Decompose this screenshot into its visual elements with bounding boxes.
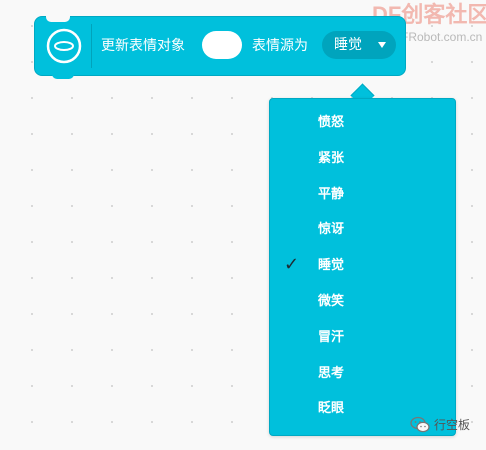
menu-item-angry[interactable]: 愤怒 [270, 105, 455, 141]
block-bottom-tab [52, 74, 74, 79]
caret-down-icon [378, 42, 386, 48]
menu-item-label: 眨眼 [318, 401, 345, 417]
source-label: 行空板 [434, 418, 471, 432]
face-circle-icon [44, 26, 84, 66]
block-separator [91, 24, 92, 68]
block-label-update: 更新表情对象 [101, 38, 185, 54]
menu-item-label: 紧张 [318, 150, 345, 166]
block-top-notch [46, 16, 70, 22]
block-label-source: 表情源为 [252, 38, 308, 54]
menu-item-label: 冒汗 [318, 329, 345, 345]
menu-item-label: 思考 [318, 365, 345, 381]
menu-item-calm[interactable]: 平静 [270, 177, 455, 213]
menu-item-label: 微笑 [318, 293, 345, 309]
menu-item-sweat[interactable]: 冒汗 [270, 320, 455, 356]
menu-item-label: 愤怒 [318, 115, 345, 130]
checkmark-icon: ✓ [284, 254, 300, 276]
menu-item-sleep[interactable]: ✓ 睡觉 [270, 248, 455, 284]
expression-source-dropdown[interactable]: 睡觉 [322, 31, 396, 59]
menu-item-surprised[interactable]: 惊讶 [270, 212, 455, 248]
expression-dropdown-menu: 愤怒 紧张 平静 惊讶 ✓ 睡觉 微笑 冒汗 思考 眨眼 [269, 98, 456, 436]
menu-item-label: 睡觉 [318, 258, 345, 274]
menu-item-label: 平静 [318, 186, 345, 202]
menu-item-think[interactable]: 思考 [270, 356, 455, 392]
menu-list: 愤怒 紧张 平静 惊讶 ✓ 睡觉 微笑 冒汗 思考 眨眼 [270, 105, 455, 427]
menu-item-label: 惊讶 [318, 222, 345, 238]
menu-item-smile[interactable]: 微笑 [270, 284, 455, 320]
expression-object-input[interactable] [202, 31, 242, 59]
menu-item-nervous[interactable]: 紧张 [270, 141, 455, 177]
dropdown-selected-value: 睡觉 [334, 37, 362, 53]
wechat-icon [410, 416, 430, 434]
